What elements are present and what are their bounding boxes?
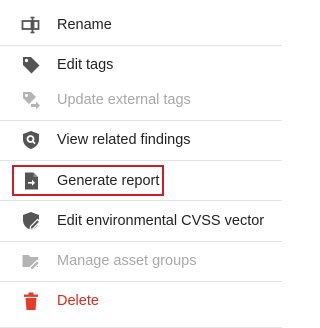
menu-item-label: Edit environmental CVSS vector	[57, 213, 265, 229]
shield-search-icon	[21, 130, 41, 150]
menu-item-label: Update external tags	[57, 92, 191, 108]
menu-item-edit-tags[interactable]: Edit tags	[0, 45, 282, 85]
menu-item-label: Rename	[57, 17, 112, 33]
menu-item-rename[interactable]: Rename	[0, 5, 282, 45]
menu-item-label: Manage asset groups	[57, 253, 197, 269]
menu-item-view-related-findings[interactable]: View related findings	[0, 120, 282, 160]
menu-item-label: View related findings	[57, 132, 191, 148]
tag-icon	[21, 55, 41, 75]
menu-item-label: Edit tags	[57, 57, 114, 73]
menu-item-edit-cvss-vector[interactable]: Edit environmental CVSS vector	[0, 201, 282, 241]
menu-item-update-external-tags[interactable]: Update external tags	[0, 80, 282, 120]
context-menu: Rename Edit tags Update external tags Vi…	[0, 0, 282, 328]
highlight-box	[12, 165, 164, 196]
menu-item-label: Delete	[57, 293, 99, 309]
tag-arrow-icon	[21, 90, 41, 110]
trash-icon	[21, 291, 41, 311]
folder-edit-icon	[21, 251, 41, 271]
menu-item-delete[interactable]: Delete	[0, 281, 282, 321]
rename-icon	[21, 15, 41, 35]
menu-item-manage-asset-groups[interactable]: Manage asset groups	[0, 241, 282, 281]
shield-edit-icon	[21, 211, 41, 231]
